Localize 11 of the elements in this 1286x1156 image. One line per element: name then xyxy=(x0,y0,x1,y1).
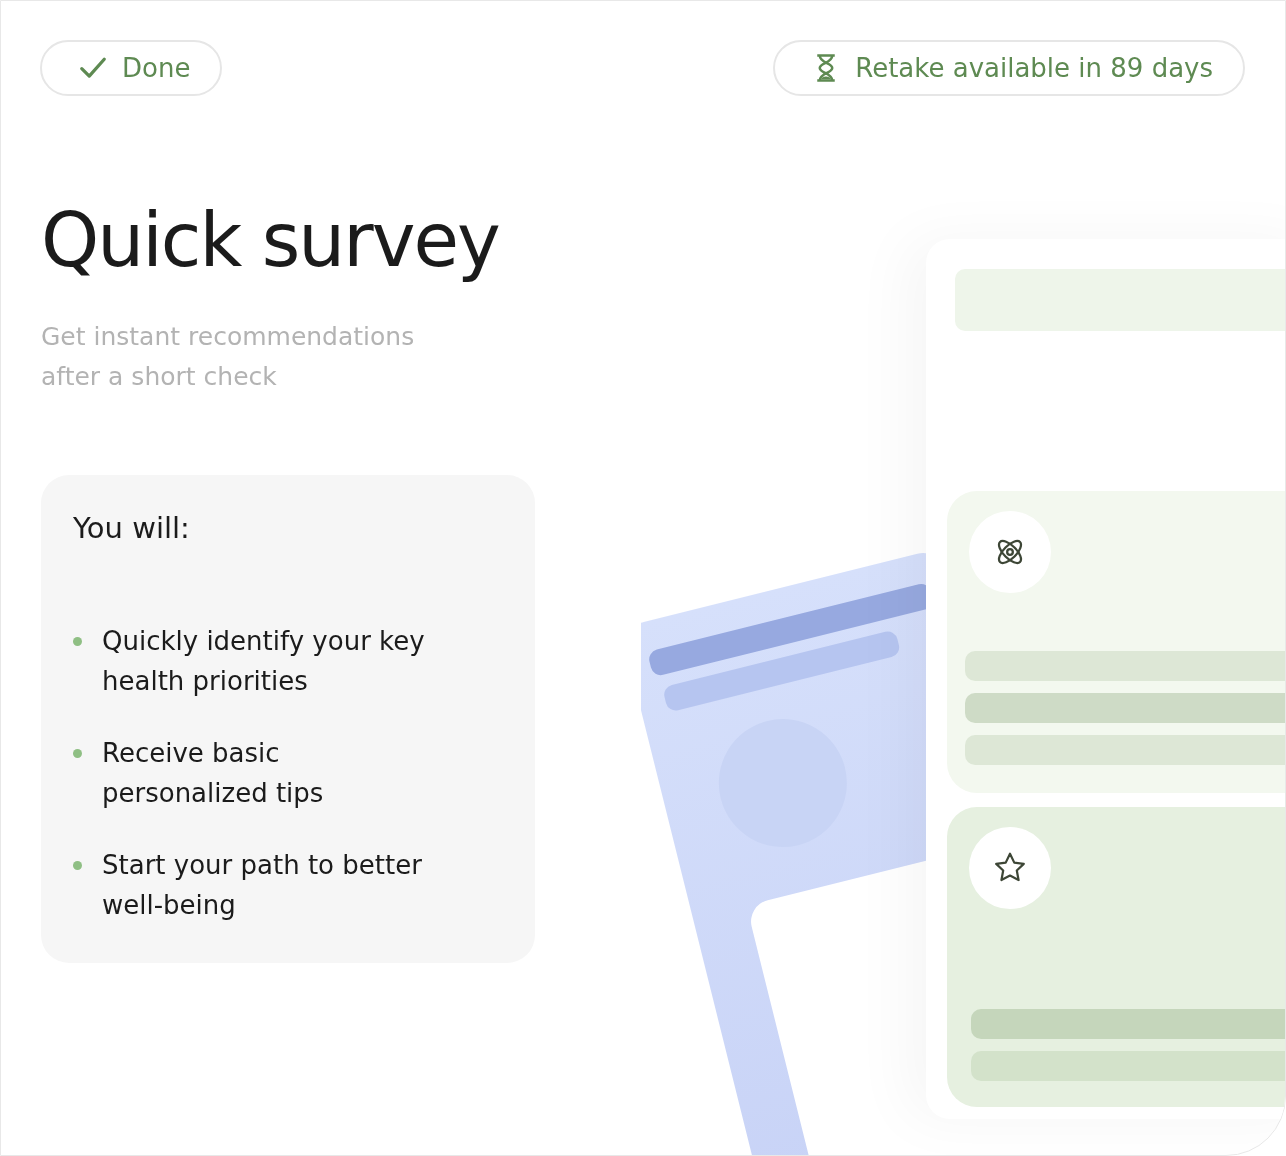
bullet-icon xyxy=(73,861,82,871)
subtitle: Get instant recommendations after a short check xyxy=(41,321,416,394)
benefit-text: Receive basic personalized tips xyxy=(102,737,325,811)
done-button[interactable]: Done xyxy=(40,40,223,96)
benefits-heading: You will: xyxy=(73,511,191,546)
benefit-text: Quickly identify your key health priorities xyxy=(102,625,426,699)
benefit-text: Start your path to better well-being xyxy=(102,849,423,923)
page-title: Quick survey xyxy=(41,200,500,282)
bullet-icon xyxy=(73,749,82,759)
bullet-icon xyxy=(73,637,82,647)
retake-badge: Retake available in 89 days xyxy=(773,40,1245,96)
